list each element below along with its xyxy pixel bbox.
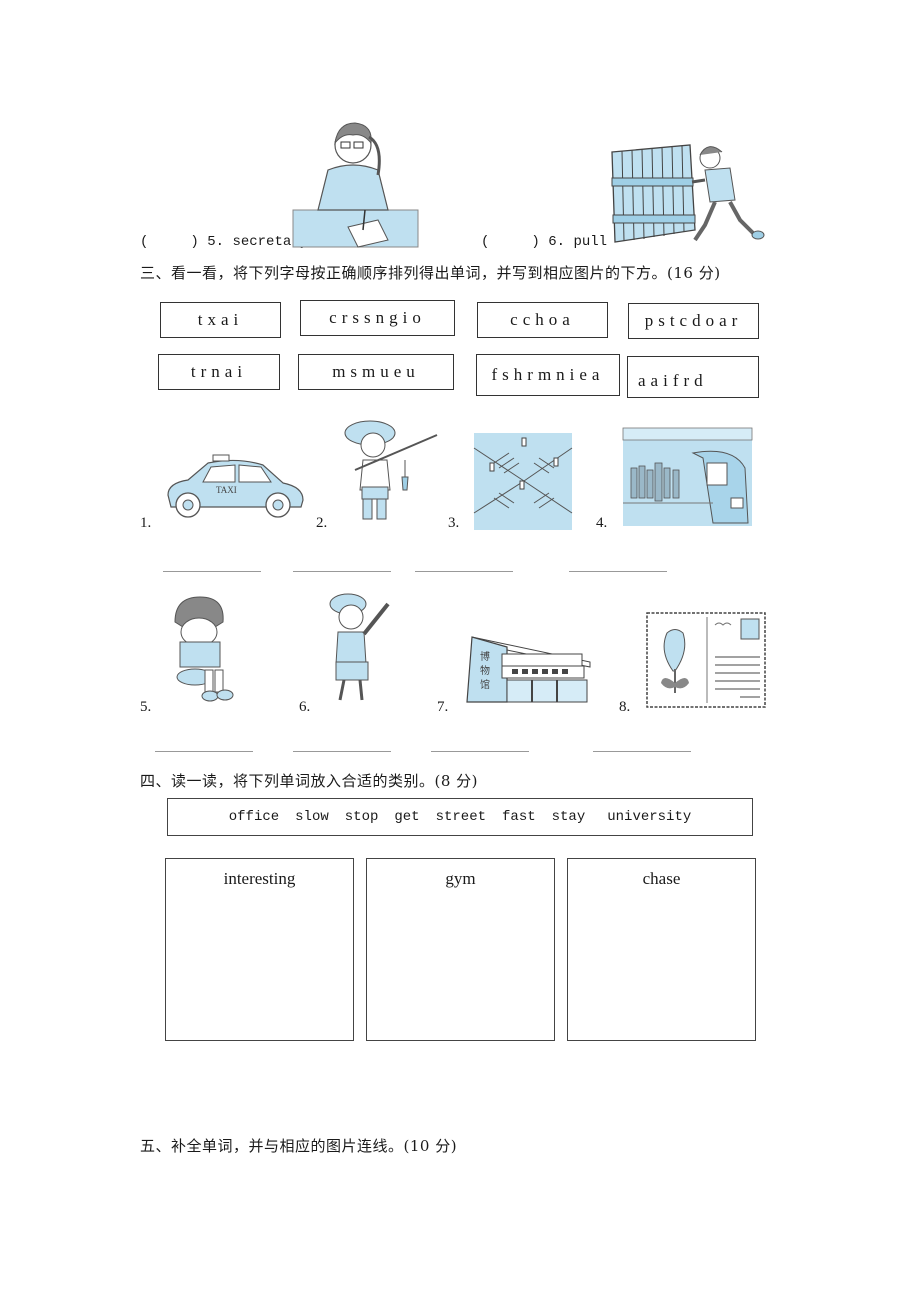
answer-bracket[interactable]: ( ) — [140, 234, 199, 250]
category-box-chase[interactable]: chase — [567, 858, 756, 1041]
picture-number: 2. — [316, 515, 328, 531]
part-three-heading: 三、看一看，将下列字母按正确顺序排列得出单词，并写到相应图片的下方。(16 分) — [140, 264, 721, 282]
answer-line[interactable] — [593, 751, 691, 752]
museum-sign-char: 馆 — [480, 678, 490, 691]
fisherman-boy-illustration — [344, 420, 438, 520]
scrambled-word-box: crssngio — [300, 300, 455, 336]
answer-line[interactable] — [293, 751, 391, 752]
coach-boy-illustration — [329, 593, 390, 701]
train-station-illustration — [622, 427, 753, 526]
word-bank-item: fast — [502, 809, 536, 825]
scrambled-word-box: cchoa — [477, 302, 608, 338]
scrambled-word-box: pstcdoar — [628, 303, 759, 339]
word-bank-item: stop — [344, 809, 379, 825]
question-5: ( ) 5. secretary — [140, 234, 308, 250]
answer-line[interactable] — [163, 571, 261, 572]
answer-line[interactable] — [293, 571, 391, 572]
category-label: chase — [642, 869, 681, 888]
scrambled-word-box: fshrmniea — [476, 354, 620, 396]
question-6: ( ) 6. pull — [481, 234, 607, 250]
crossing-illustration — [473, 433, 573, 530]
taxi-illustration: TAXI — [167, 454, 304, 518]
part-five-heading: 五、补全单词，并与相应的图片连线。(10 分) — [140, 1137, 458, 1155]
category-label: interesting — [223, 869, 296, 888]
answer-bracket[interactable]: ( ) — [481, 234, 540, 250]
secretary-illustration — [292, 122, 419, 248]
category-box-interesting[interactable]: interesting — [165, 858, 354, 1041]
pushing-crate-illustration — [611, 144, 765, 243]
category-label: gym — [445, 869, 476, 888]
picture-number: 5. — [140, 699, 152, 715]
question-word: pull — [573, 234, 608, 250]
word-bank-item: stay — [551, 809, 586, 825]
scrambled-word-box: trnai — [158, 354, 280, 390]
picture-number: 1. — [140, 515, 152, 531]
word-bank-item: slow — [295, 809, 329, 825]
word-bank-item: office — [228, 809, 280, 825]
answer-line[interactable] — [569, 571, 667, 572]
scrambled-word-box: txai — [160, 302, 281, 338]
category-box-gym[interactable]: gym — [366, 858, 555, 1041]
word-bank: office slow stop get street fast stay un… — [167, 798, 753, 836]
part-four-heading: 四、读一读，将下列单词放入合适的类别。(8 分) — [140, 772, 479, 790]
answer-line[interactable] — [155, 751, 253, 752]
question-number: 5. — [207, 234, 225, 250]
picture-number: 8. — [619, 699, 631, 715]
museum-sign-char: 物 — [480, 664, 490, 677]
word-bank-item: get — [394, 809, 420, 825]
scrambled-word-box: aaifrd — [627, 356, 759, 398]
postcard-illustration — [646, 612, 766, 708]
museum-illustration: 博 物 馆 — [466, 636, 591, 703]
picture-number: 6. — [299, 699, 311, 715]
question-number: 6. — [548, 234, 566, 250]
word-bank-item: university — [607, 809, 692, 825]
scrambled-word-box: msmueu — [298, 354, 454, 390]
picture-number: 4. — [596, 515, 608, 531]
picture-number: 3. — [448, 515, 460, 531]
answer-line[interactable] — [431, 751, 529, 752]
afraid-child-illustration — [174, 596, 234, 702]
museum-sign-char: 博 — [480, 650, 490, 663]
picture-number: 7. — [437, 699, 449, 715]
taxi-label: TAXI — [216, 485, 237, 495]
word-bank-item: street — [435, 809, 487, 825]
answer-line[interactable] — [415, 571, 513, 572]
